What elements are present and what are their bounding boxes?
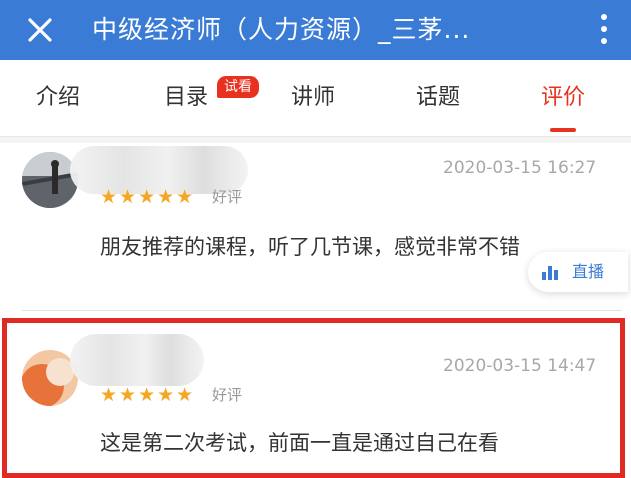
review-time: 2020-03-15 16:27 bbox=[443, 158, 597, 178]
rating-label: 好评 bbox=[212, 188, 243, 206]
close-icon[interactable] bbox=[20, 10, 60, 50]
highlight-box bbox=[2, 318, 625, 478]
bar-chart-icon bbox=[542, 264, 560, 280]
more-vertical-icon[interactable] bbox=[599, 14, 609, 48]
tab-teacher[interactable]: 讲师 bbox=[291, 82, 335, 114]
tab-reviews[interactable]: 评价 bbox=[541, 82, 585, 114]
live-button[interactable]: 直播 bbox=[528, 252, 628, 292]
star-rating: ★★★★★ bbox=[100, 186, 196, 208]
avatar[interactable] bbox=[22, 152, 78, 208]
tab-intro[interactable]: 介绍 bbox=[36, 82, 80, 114]
trial-badge: 试看 bbox=[217, 76, 259, 98]
divider bbox=[22, 310, 622, 311]
review-content: 朋友推荐的课程，听了几节课，感觉非常不错 bbox=[100, 235, 520, 259]
live-button-label: 直播 bbox=[572, 262, 605, 281]
tab-topics[interactable]: 话题 bbox=[416, 82, 460, 114]
active-tab-indicator bbox=[550, 128, 576, 132]
tab-bar: 介绍 目录 讲师 话题 评价 bbox=[0, 60, 631, 137]
section-separator bbox=[0, 137, 631, 143]
page-title: 中级经济师（人力资源）_三茅... bbox=[92, 15, 471, 44]
app-bar: 中级经济师（人力资源）_三茅... bbox=[0, 0, 631, 60]
tab-catalog[interactable]: 目录 bbox=[164, 82, 208, 114]
